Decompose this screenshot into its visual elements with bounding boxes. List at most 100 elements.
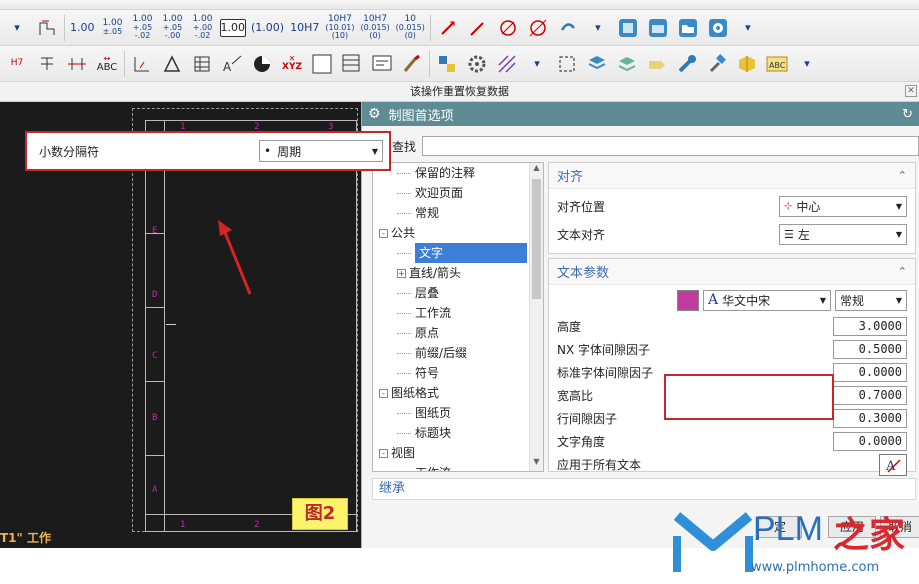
brush-icon[interactable] — [399, 51, 425, 77]
blank-square-icon[interactable] — [309, 51, 335, 77]
tree-item[interactable]: 工作流 — [373, 463, 543, 471]
layers-icon[interactable] — [584, 51, 610, 77]
table-icon[interactable] — [339, 51, 365, 77]
dropdown-arrow-icon[interactable]: ▾ — [735, 15, 761, 41]
collapse-icon[interactable]: ⌃ — [898, 169, 907, 182]
tree-scrollbar[interactable]: ▲ ▼ — [529, 163, 543, 471]
reset-icon[interactable]: ↻ — [902, 107, 913, 122]
apply-all-text-button[interactable]: A — [879, 453, 907, 476]
tolerance-limit-plus-button[interactable]: 1.00 +.05 -.02 — [130, 15, 156, 41]
tree-item[interactable]: 文字 — [373, 243, 543, 263]
tree-item[interactable]: - 图纸格式 — [373, 383, 543, 403]
datum-icon[interactable] — [34, 51, 60, 77]
scroll-up-icon[interactable]: ▲ — [530, 163, 543, 177]
text-parameter-input[interactable]: 0.7000 — [833, 386, 907, 405]
tree-item[interactable]: 常规 — [373, 203, 543, 223]
abc-text-icon[interactable]: ↔ ABC — [94, 51, 120, 77]
hammer-icon[interactable] — [704, 51, 730, 77]
text-parameter-input[interactable]: 0.3000 — [833, 409, 907, 428]
select-box-icon[interactable] — [554, 51, 580, 77]
basic-dimension-button[interactable]: 1.00 — [219, 18, 246, 37]
stack-icon[interactable] — [614, 51, 640, 77]
collapse-icon[interactable]: - — [379, 389, 388, 398]
tolerance-limit-zero-minus-button[interactable]: 1.00 +.00 -.02 — [190, 15, 216, 41]
fit-10h7-limits-2-button[interactable]: 10H7 (0.015) (0) — [360, 15, 391, 41]
triangle-icon[interactable] — [159, 51, 185, 77]
rotate-arrow-icon[interactable] — [555, 15, 581, 41]
text-parameter-input[interactable]: 0.0000 — [833, 432, 907, 451]
table-grid-icon[interactable] — [189, 51, 215, 77]
tree-item[interactable]: 工作流 — [373, 303, 543, 323]
gear-icon[interactable] — [464, 51, 490, 77]
surface-finish-icon[interactable] — [129, 51, 155, 77]
diameter-icon[interactable] — [495, 15, 521, 41]
tree-item[interactable]: 原点 — [373, 323, 543, 343]
scroll-thumb[interactable] — [532, 179, 541, 299]
tolerance-limit-zero-plus-button[interactable]: 1.00 +.05 -.00 — [160, 15, 186, 41]
wrench-blue-icon[interactable] — [674, 51, 700, 77]
font-style-select[interactable]: 常规 ▼ — [835, 289, 907, 311]
gear-icon: ⚙ — [368, 106, 381, 122]
font-select[interactable]: A 华文中宋 ▼ — [703, 289, 831, 311]
find-input[interactable] — [422, 136, 919, 156]
dropdown-arrow-icon[interactable]: ▾ — [524, 51, 550, 77]
tree-item[interactable]: 保留的注释 — [373, 163, 543, 183]
h7-icon[interactable]: H7 — [4, 51, 30, 77]
toolbar-separator — [64, 14, 65, 41]
dropdown-arrow-icon[interactable]: ▾ — [4, 15, 30, 41]
dimension-1-00-button[interactable]: 1.00 — [69, 15, 96, 41]
note-icon[interactable] — [369, 51, 395, 77]
alignment-position-select[interactable]: ⊹ 中心 ▼ — [779, 196, 907, 217]
hatch-icon[interactable] — [494, 51, 520, 77]
expand-icon[interactable]: + — [397, 269, 406, 278]
tree-item[interactable]: 层叠 — [373, 283, 543, 303]
tolerance-bilateral-button[interactable]: 1.00 ±.05 — [100, 15, 126, 41]
view-icon-2[interactable] — [645, 15, 671, 41]
xyz-coordinate-icon[interactable]: ✕ XYZ — [279, 51, 305, 77]
diameter-cross-icon[interactable] — [525, 15, 551, 41]
tree-item[interactable]: 符号 — [373, 363, 543, 383]
view-icon-1[interactable] — [615, 15, 641, 41]
inherit-section[interactable]: 继承 — [372, 478, 916, 500]
text-parameters-header[interactable]: 文本参数 ⌃ — [549, 259, 915, 285]
decimal-separator-select[interactable]: • 周期 ▼ — [259, 140, 383, 162]
folder-icon[interactable] — [675, 15, 701, 41]
fit-10h7-button[interactable]: 10H7 — [289, 15, 320, 41]
dropdown-arrow-icon[interactable]: ▾ — [794, 51, 820, 77]
tree-item[interactable]: 图纸页 — [373, 403, 543, 423]
tree-item[interactable]: - 视图 — [373, 443, 543, 463]
tree-item[interactable]: 欢迎页面 — [373, 183, 543, 203]
center-mark-icon[interactable] — [249, 51, 275, 77]
tree-item[interactable]: 前缀/后缀 — [373, 343, 543, 363]
text-parameter-input[interactable]: 0.5000 — [833, 340, 907, 359]
font-color-swatch[interactable] — [677, 289, 699, 311]
fit-10h7-limits-button[interactable]: 10H7 (10.01) (10) — [324, 15, 355, 41]
fit-10-limits-button[interactable]: 10 (0.015) (0) — [395, 15, 426, 41]
tree-item[interactable]: - 公共 — [373, 223, 543, 243]
gear-icon[interactable] — [705, 15, 731, 41]
text-parameter-input[interactable]: 0.0000 — [833, 363, 907, 382]
abc-label-icon[interactable]: ABC — [764, 51, 790, 77]
reference-dimension-button[interactable]: (1.00) — [250, 15, 285, 41]
scroll-down-icon[interactable]: ▼ — [530, 457, 543, 471]
dropdown-arrow-icon[interactable]: ▾ — [585, 15, 611, 41]
collapse-icon[interactable]: - — [379, 229, 388, 238]
cube-icon[interactable] — [734, 51, 760, 77]
tag-icon[interactable] — [644, 51, 670, 77]
tree-item[interactable]: 标题块 — [373, 423, 543, 443]
plmhome-watermark: PLM 之家 www.plmhome.com — [667, 500, 919, 584]
figure-label: 图2 — [292, 498, 348, 530]
settings-object-icon[interactable] — [434, 51, 460, 77]
text-arrow-icon[interactable] — [435, 15, 461, 41]
collapse-icon[interactable]: ⌃ — [898, 265, 907, 278]
dimension-style-icon[interactable] — [34, 15, 60, 41]
chamfer-dim-icon[interactable] — [64, 51, 90, 77]
text-leader-icon[interactable] — [465, 15, 491, 41]
text-parameter-input[interactable]: 3.0000 — [833, 317, 907, 336]
close-icon[interactable]: ✕ — [905, 85, 917, 97]
tree-item[interactable]: + 直线/箭头 — [373, 263, 543, 283]
leader-a-icon[interactable]: A — [219, 51, 245, 77]
text-alignment-select[interactable]: ☰ 左 ▼ — [779, 224, 907, 245]
collapse-icon[interactable]: - — [379, 449, 388, 458]
alignment-header[interactable]: 对齐 ⌃ — [549, 163, 915, 189]
